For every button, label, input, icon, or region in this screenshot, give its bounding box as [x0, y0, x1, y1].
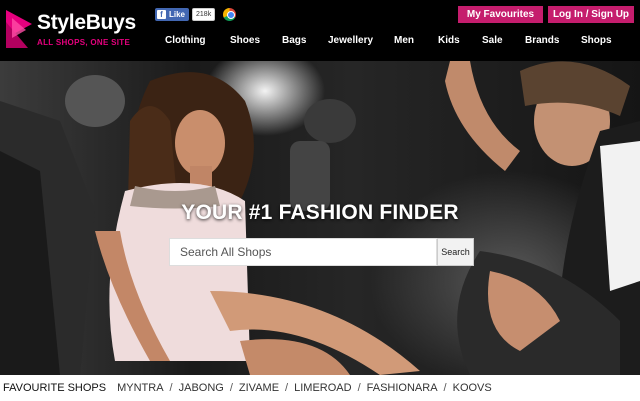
separator: /	[229, 382, 233, 394]
nav-item-kids[interactable]: Kids	[438, 35, 482, 49]
favourite-shops-bar: FAVOURITE SHOPS MYNTRA / JABONG / ZIVAME…	[0, 375, 640, 401]
facebook-like-button[interactable]: f Like	[155, 7, 190, 21]
search-button[interactable]: Search	[437, 238, 474, 266]
shop-link-zivame[interactable]: ZIVAME	[239, 382, 279, 394]
social-buttons: f Like 218k	[155, 7, 237, 21]
nav-item-brands[interactable]: Brands	[525, 35, 581, 49]
my-favourites-button[interactable]: My Favourites	[458, 6, 543, 23]
chrome-icon[interactable]	[223, 7, 237, 21]
main-nav: Clothing Shoes Bags Jewellery Men Kids S…	[165, 35, 617, 49]
shop-link-jabong[interactable]: JABONG	[179, 382, 224, 394]
logo-name: StyleBuys	[37, 11, 136, 34]
nav-item-bags[interactable]: Bags	[282, 35, 328, 49]
search-input[interactable]	[169, 238, 437, 266]
login-signup-button[interactable]: Log In / Sign Up	[548, 6, 634, 23]
shop-search: Search	[169, 238, 474, 266]
hero-title: YOUR #1 FASHION FINDER	[181, 201, 459, 224]
facebook-icon: f	[157, 9, 166, 19]
logo-tagline: ALL SHOPS, ONE SITE	[37, 38, 131, 47]
separator: /	[285, 382, 289, 394]
nav-item-clothing[interactable]: Clothing	[165, 35, 230, 49]
nav-item-men[interactable]: Men	[394, 35, 438, 49]
nav-item-sale[interactable]: Sale	[482, 35, 525, 49]
shop-link-fashionara[interactable]: FASHIONARA	[367, 382, 438, 394]
shop-link-koovs[interactable]: KOOVS	[453, 382, 492, 394]
favourite-shops-label: FAVOURITE SHOPS	[3, 382, 107, 394]
facebook-like-count: 218k	[192, 7, 216, 21]
site-header: StyleBuys ALL SHOPS, ONE SITE f Like 218…	[0, 0, 640, 61]
shop-link-myntra[interactable]: MYNTRA	[117, 382, 163, 394]
nav-item-shoes[interactable]: Shoes	[230, 35, 282, 49]
stylebuys-logo[interactable]: StyleBuys ALL SHOPS, ONE SITE	[4, 5, 136, 55]
nav-item-jewellery[interactable]: Jewellery	[328, 35, 394, 49]
facebook-like-label: Like	[169, 9, 186, 19]
nav-item-shops[interactable]: Shops	[581, 35, 617, 49]
separator: /	[169, 382, 173, 394]
logo-mark-icon	[6, 10, 32, 48]
hero-banner: YOUR #1 FASHION FINDER Search	[0, 61, 640, 375]
separator: /	[443, 382, 447, 394]
shop-link-limeroad[interactable]: LIMEROAD	[294, 382, 351, 394]
separator: /	[357, 382, 361, 394]
